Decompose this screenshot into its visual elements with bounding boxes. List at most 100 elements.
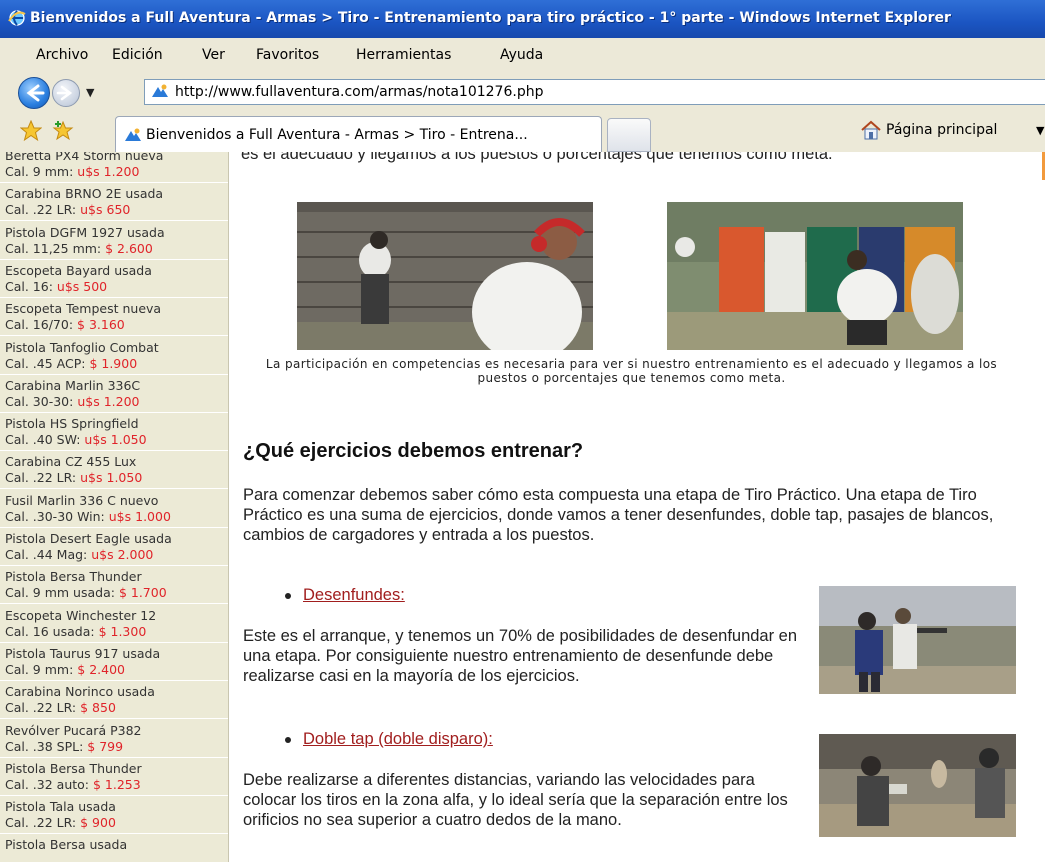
menu-favoritos[interactable]: Favoritos [256, 47, 319, 63]
sidebar-item-title: Carabina BRNO 2E usada [5, 186, 164, 202]
bullet-desenfundes[interactable]: Desenfundes: [285, 586, 405, 605]
sidebar-item[interactable]: Carabina Norinco usada Cal. .22 LR: $ 850 [0, 682, 228, 720]
sidebar-item-title: Beretta PX4 Storm nueva [5, 152, 164, 163]
sidebar-item-caliber: Cal. 30-30: [5, 393, 78, 409]
sidebar-item-caliber: Cal. .30-30 Win: [5, 508, 109, 524]
sidebar-item[interactable]: Pistola Bersa usada [0, 835, 228, 862]
address-input[interactable]: http://www.fullaventura.com/armas/nota10… [144, 79, 1045, 105]
doble-tap-link[interactable]: Doble tap (doble disparo): [303, 730, 493, 748]
sidebar-item-price: $ 2.600 [105, 240, 153, 256]
sidebar-item-price: u$s 1.050 [84, 432, 147, 448]
back-button[interactable] [18, 77, 50, 109]
sidebar-item-title: Carabina Marlin 336C [5, 377, 141, 393]
sidebar-item[interactable]: Carabina Marlin 336C Cal. 30-30: u$s 1.20… [0, 376, 228, 413]
sidebar-item[interactable]: Pistola Bersa Thunder Cal. 9 mm usada: $ … [0, 567, 228, 605]
sidebar-item-title: Pistola Tala usada [5, 799, 116, 815]
sidebar-item[interactable]: Pistola Taurus 917 usada Cal. 9 mm: $ 2.4… [0, 644, 228, 681]
sidebar-item-price: u$s 650 [80, 202, 131, 218]
sidebar-item[interactable]: Escopeta Winchester 12 Cal. 16 usada: $ 1… [0, 606, 228, 643]
sidebar-item-detail: Cal. .30-30 Win: u$s 1.000 [5, 509, 228, 525]
sidebar-item[interactable]: Escopeta Tempest nueva Cal. 16/70: $ 3.16… [0, 299, 228, 337]
sidebar-item-title: Pistola Bersa Thunder [5, 569, 142, 585]
sidebar-item-title: Pistola HS Springfield [5, 416, 139, 432]
sidebar-item-detail: Cal. .38 SPL: $ 799 [5, 739, 228, 755]
sidebar-item-detail: Cal. 30-30: u$s 1.200 [5, 394, 228, 410]
photo-caption: La participación en competencias es nece… [265, 357, 998, 385]
sidebar-item-caliber: Cal. 9 mm: [5, 164, 78, 179]
address-text: http://www.fullaventura.com/armas/nota10… [175, 84, 544, 100]
sidebar-item-title: Pistola Desert Eagle usada [5, 531, 172, 546]
menu-edicion[interactable]: Edición [112, 47, 163, 63]
address-bar: ▼ http://www.fullaventura.com/armas/nota… [0, 72, 1045, 110]
sidebar-item-title: Pistola Tanfoglio Combat [5, 339, 159, 355]
sidebar-item-price: $ 2.400 [77, 661, 125, 677]
sidebar-item-caliber: Cal. 16: [5, 278, 57, 294]
intro-paragraph: Para comenzar debemos saber cómo esta co… [243, 486, 994, 544]
sidebar-item-price: $ 1.253 [92, 776, 141, 792]
article-content: es el adecuado y llegamos a los puestos … [229, 152, 1045, 862]
sidebar-item-price: u$s 500 [56, 278, 108, 294]
sidebar-item-title: Escopeta Tempest nueva [5, 301, 162, 317]
sidebar-item-detail: Cal. 16: u$s 500 [5, 279, 228, 295]
article-photo-competition-1 [297, 202, 593, 350]
sidebar-item-caliber: Cal. 11,25 mm: [5, 240, 106, 256]
sidebar-item-price: $ 799 [87, 738, 124, 754]
sidebar-item-title: Escopeta Bayard usada [5, 262, 152, 278]
menu-ayuda[interactable]: Ayuda [500, 47, 543, 63]
home-icon [861, 120, 881, 140]
sidebar-item[interactable]: Pistola HS Springfield Cal. .40 SW: u$s 1… [0, 414, 228, 452]
sidebar-item-title: Pistola Bersa Thunder [5, 760, 142, 776]
back-arrow-icon [26, 84, 45, 102]
sidebar-item[interactable]: Pistola Tala usada Cal. .22 LR: $ 900 [0, 797, 228, 835]
sidebar-item-detail: Cal. 9 mm usada: $ 1.700 [5, 585, 228, 601]
sidebar-item-detail: Cal. .22 LR: u$s 650 [5, 202, 228, 218]
history-dropdown-icon[interactable]: ▼ [86, 86, 94, 99]
sidebar-item[interactable]: Revólver Pucará P382 Cal. .38 SPL: $ 799 [0, 721, 228, 758]
sidebar-item-caliber: Cal. 16/70: [5, 317, 78, 333]
sidebar-item-detail: Cal. .22 LR: $ 850 [5, 700, 228, 716]
sidebar-item-caliber: Cal. .22 LR: [5, 202, 81, 218]
ie-logo-icon [8, 10, 26, 26]
menu-herramientas[interactable]: Herramientas [356, 47, 451, 63]
favorites-star-icon[interactable] [20, 120, 42, 142]
new-tab-button[interactable] [607, 118, 651, 152]
sidebar-item[interactable]: Beretta PX4 Storm nueva Cal. 9 mm: u$s 1.… [0, 152, 228, 183]
sidebar-item[interactable]: Pistola Tanfoglio Combat Cal. .45 ACP: $ … [0, 338, 228, 375]
forward-button[interactable] [52, 79, 80, 107]
site-favicon-icon [125, 128, 141, 141]
sidebar-item-caliber: Cal. 16 usada: [5, 623, 99, 639]
bullet-doble-tap[interactable]: Doble tap (doble disparo): [285, 730, 493, 749]
sidebar-item-price: $ 1.700 [118, 585, 167, 601]
menu-archivo[interactable]: Archivo [36, 47, 88, 63]
tab-current-page[interactable]: Bienvenidos a Full Aventura - Armas > Ti… [115, 116, 602, 153]
sidebar-item-title: Carabina CZ 455 Lux [5, 454, 137, 470]
sidebar-item-price: u$s 1.050 [80, 470, 143, 486]
bullet-dot [285, 736, 291, 743]
sidebar-item-caliber: Cal. 9 mm usada: [5, 585, 119, 601]
sidebar-item[interactable]: Fusil Marlin 336 C nuevo Cal. .30-30 Win:… [0, 491, 228, 528]
home-dropdown-icon[interactable]: ▼ [1036, 124, 1044, 137]
desenfundes-link[interactable]: Desenfundes: [303, 586, 405, 604]
sidebar-item-price: u$s 2.000 [91, 547, 154, 562]
sidebar-item-price: u$s 1.200 [77, 164, 140, 179]
sidebar-item[interactable]: Carabina CZ 455 Lux Cal. .22 LR: u$s 1.05… [0, 452, 228, 490]
home-label: Página principal [886, 122, 998, 138]
article-photo-doble-tap [819, 734, 1016, 837]
sidebar-item-caliber: Cal. .38 SPL: [5, 738, 88, 754]
window-title: Bienvenidos a Full Aventura - Armas > Ti… [30, 10, 951, 26]
classifieds-sidebar: Beretta PX4 Storm nueva Cal. 9 mm: u$s 1.… [0, 152, 229, 862]
add-favorite-icon[interactable] [52, 120, 74, 142]
sidebar-item-caliber: Cal. .40 SW: [5, 432, 85, 448]
sidebar-item[interactable]: Pistola Bersa Thunder Cal. .32 auto: $ 1.… [0, 759, 228, 796]
sidebar-item[interactable]: Escopeta Bayard usada Cal. 16: u$s 500 [0, 261, 228, 298]
article-photo-competition-2 [667, 202, 963, 350]
sidebar-item[interactable]: Carabina BRNO 2E usada Cal. .22 LR: u$s 6… [0, 184, 228, 222]
sidebar-item-title: Revólver Pucará P382 [5, 722, 142, 738]
sidebar-item[interactable]: Pistola Desert Eagle usada Cal. .44 Mag: … [0, 529, 228, 566]
menu-ver[interactable]: Ver [202, 47, 225, 63]
sidebar-item-detail: Cal. 9 mm: u$s 1.200 [5, 164, 228, 180]
menu-bar: Archivo Edición Ver Favoritos Herramient… [0, 38, 1045, 73]
sidebar-item-detail: Cal. .45 ACP: $ 1.900 [5, 356, 228, 372]
sidebar-item-caliber: Cal. .32 auto: [5, 776, 93, 792]
sidebar-item[interactable]: Pistola DGFM 1927 usada Cal. 11,25 mm: $ … [0, 223, 228, 260]
